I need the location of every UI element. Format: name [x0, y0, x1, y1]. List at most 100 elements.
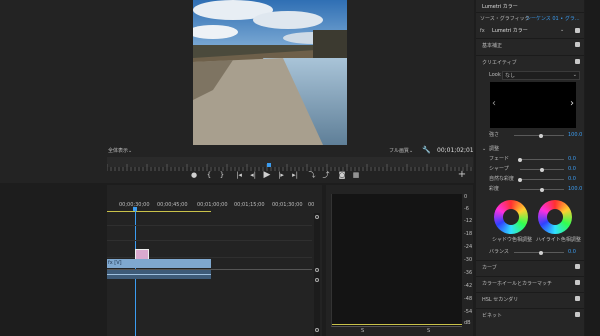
lumetri-panel: Lumetri カラー ソース・グラフィック シーケンス 01 • グラ... … — [476, 0, 584, 336]
track-divider — [107, 240, 312, 241]
effect-row: fx Lumetri カラー ⌄ — [476, 25, 584, 36]
quality-select[interactable]: フル画質 — [389, 148, 409, 154]
balance-row: バランス 0.0 — [476, 248, 584, 257]
track-divider — [107, 269, 312, 270]
chevron-down-icon: ⌄ — [409, 148, 414, 154]
add-button-icon[interactable]: + — [457, 167, 467, 183]
chevron-down-icon[interactable]: ⌄ — [560, 27, 564, 33]
effect-enable-checkbox[interactable] — [575, 28, 580, 33]
lumetri-scope — [331, 194, 462, 327]
adjust-value[interactable]: 0.0 — [568, 166, 576, 172]
wrench-icon[interactable]: 🔧 — [422, 146, 431, 154]
balance-value[interactable]: 0.0 — [568, 249, 576, 255]
section-basic[interactable]: 基本補正 — [476, 38, 584, 52]
vignette-checkbox[interactable] — [575, 312, 580, 317]
scroll-handle-mid[interactable] — [315, 268, 319, 272]
scope-bottom-label: S — [427, 328, 431, 334]
panel-scrollbar[interactable] — [585, 0, 600, 336]
step-forward-icon[interactable]: |▸ — [276, 167, 286, 183]
adjust-row: 彩度 100.0 — [476, 185, 584, 194]
scroll-handle-bottom[interactable] — [315, 328, 319, 332]
go-to-in-icon[interactable]: |◂ — [234, 167, 244, 183]
marker-icon[interactable]: ● — [189, 167, 199, 183]
slider-knob[interactable] — [539, 250, 543, 255]
audio-clip[interactable] — [107, 269, 211, 279]
balance-slider[interactable] — [514, 250, 564, 255]
tick-label: -48 — [464, 296, 473, 302]
adjust-slider[interactable] — [518, 177, 564, 182]
look-preview[interactable]: ‹ › — [490, 82, 576, 128]
tick-label: 0 — [464, 194, 468, 200]
fx-label: fx — [480, 28, 485, 34]
chevron-down-icon: ⌄ — [482, 146, 487, 152]
hsl-checkbox[interactable] — [575, 296, 580, 301]
tick-label: -24 — [464, 244, 473, 250]
section-label: 基本補正 — [482, 43, 503, 49]
adjust-value[interactable]: 0.0 — [568, 156, 576, 162]
monitor-time-ruler[interactable] — [106, 157, 473, 171]
intensity-slider[interactable] — [514, 133, 564, 138]
scroll-handle-mid[interactable] — [315, 278, 319, 282]
section-creative[interactable]: クリエイティブ — [476, 55, 584, 69]
adjust-slider[interactable] — [520, 167, 564, 172]
timeline-scrollbar[interactable] — [314, 213, 320, 336]
timeline-ruler[interactable]: 00;00;30;00 00;00;45;00 00;01;00;00 00;0… — [107, 202, 322, 210]
chevron-right-icon[interactable]: › — [570, 98, 574, 109]
slider-knob[interactable] — [539, 133, 543, 138]
panel-tab[interactable]: Lumetri カラー — [476, 0, 584, 13]
work-area-bar — [107, 211, 211, 212]
shadow-tint-wheel[interactable] — [494, 200, 528, 234]
ruler-label: 00;00;45;00 — [157, 202, 188, 208]
out-point-icon[interactable]: } — [217, 167, 227, 183]
slider-knob[interactable] — [518, 157, 522, 162]
comparison-view-icon[interactable]: ▦ — [351, 167, 361, 183]
slider-knob[interactable] — [540, 167, 544, 172]
slider-knob[interactable] — [540, 187, 544, 192]
adjust-value[interactable]: 100.0 — [568, 186, 582, 192]
adjust-slider[interactable] — [518, 157, 564, 162]
zoom-select[interactable]: 全体表示 — [108, 148, 128, 154]
section-curves[interactable]: カーブ — [476, 260, 584, 274]
video-clip[interactable]: fx [V] — [107, 259, 211, 268]
export-frame-icon[interactable]: ◙ — [337, 167, 347, 183]
chevron-down-icon: ⌄ — [572, 72, 577, 78]
effect-name[interactable]: Lumetri カラー — [492, 28, 528, 34]
monitor-controls-bar: 全体表示 ⌄ フル画質 ⌄ 🔧 00;01;02;01 — [107, 145, 474, 157]
creative-checkbox[interactable] — [575, 59, 580, 64]
adjust-value[interactable]: 0.0 — [568, 176, 576, 182]
section-hsl[interactable]: HSL セカンダリ — [476, 292, 584, 306]
play-icon[interactable]: ▶ — [262, 167, 272, 183]
section-label: HSL セカンダリ — [482, 297, 519, 303]
look-value: なし — [505, 73, 516, 79]
wheel-label: シャドウ色相調整 — [492, 237, 533, 243]
wheel-center — [503, 209, 519, 225]
go-to-out-icon[interactable]: ▸| — [290, 167, 300, 183]
adjust-label: 調整 — [489, 146, 500, 152]
tick-label: -54 — [464, 309, 473, 315]
intensity-value[interactable]: 100.0 — [568, 132, 582, 138]
timecode: 00;01;02;01 — [437, 147, 474, 154]
transport-controls: ● { } |◂ ◂| ▶ |▸ ▸| ⤵ ⤴ ◙ ▦ + — [107, 167, 473, 183]
look-select[interactable]: なし ⌄ — [502, 71, 580, 80]
basic-checkbox[interactable] — [575, 42, 580, 47]
track-label: fx [V] — [108, 260, 122, 266]
sequence-label[interactable]: シーケンス 01 • グラ... — [526, 16, 580, 22]
chevron-left-icon[interactable]: ‹ — [492, 98, 496, 109]
color-wheels-checkbox[interactable] — [575, 280, 580, 285]
overwrite-icon[interactable]: ⤴ — [321, 167, 331, 183]
in-point-icon[interactable]: { — [204, 167, 214, 183]
tick-label: -18 — [464, 231, 473, 237]
section-color-wheels[interactable]: カラーホイールとカラーマッチ — [476, 276, 584, 290]
curves-checkbox[interactable] — [575, 264, 580, 269]
highlight-tint-wheel[interactable] — [538, 200, 572, 234]
section-vignette[interactable]: ビネット — [476, 308, 584, 322]
adjust-header[interactable]: ⌄ 調整 — [476, 145, 584, 154]
source-label[interactable]: ソース・グラフィック — [480, 16, 530, 22]
insert-icon[interactable]: ⤵ — [307, 167, 317, 183]
ruler-label: 00 — [308, 202, 315, 208]
scroll-handle-top[interactable] — [315, 215, 319, 219]
step-back-icon[interactable]: ◂| — [248, 167, 258, 183]
slider-knob[interactable] — [518, 177, 522, 182]
look-label: Look — [489, 72, 501, 78]
adjust-slider[interactable] — [520, 187, 564, 192]
